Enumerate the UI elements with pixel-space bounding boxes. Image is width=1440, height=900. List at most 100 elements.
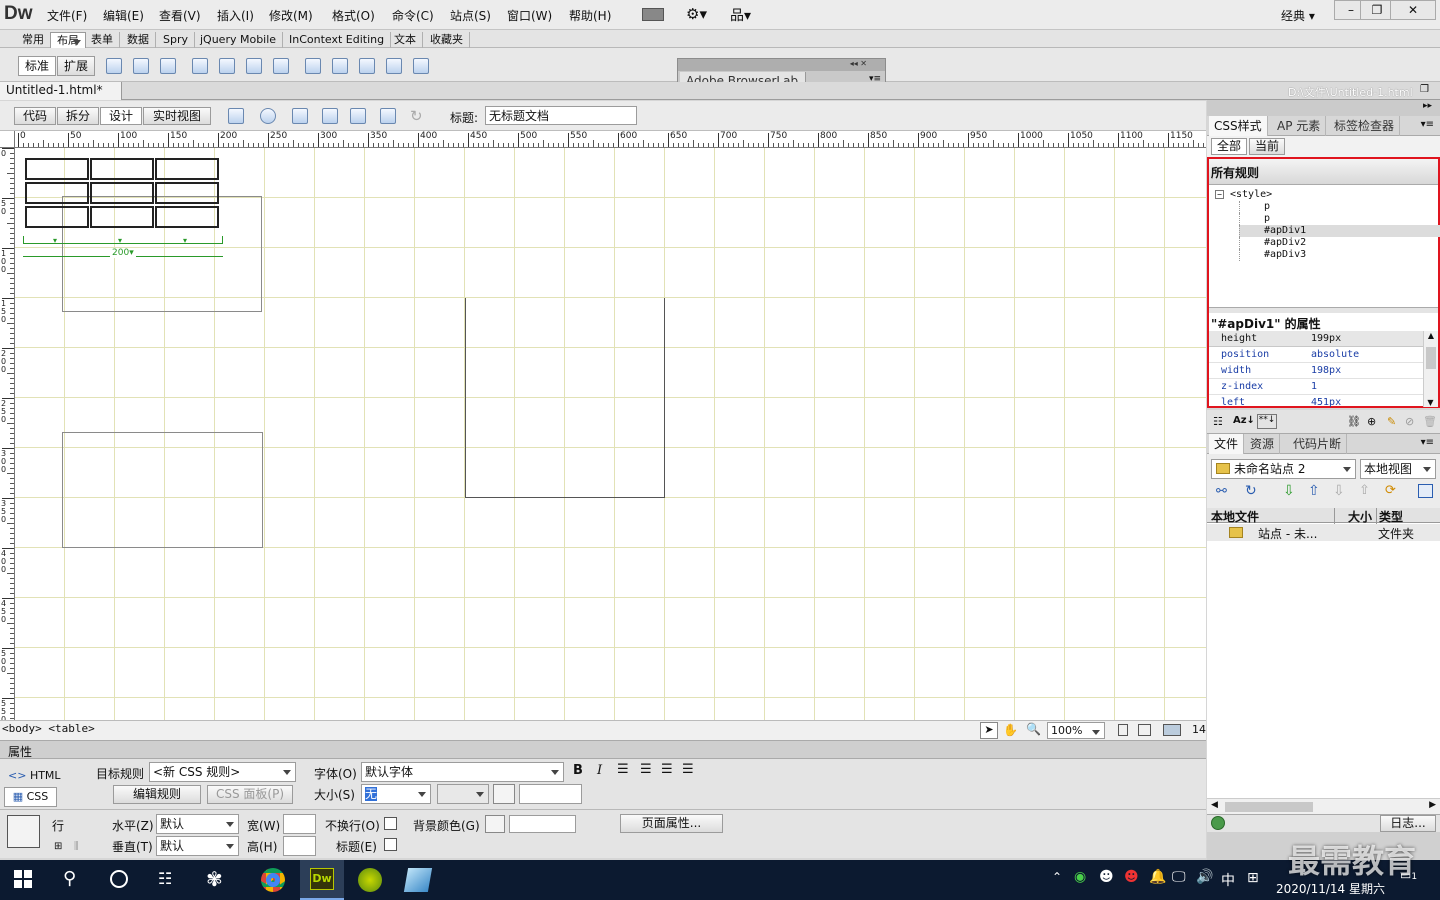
site-select[interactable]: 未命名站点 2 [1211,459,1356,479]
tab-incontext-editing[interactable]: InContext Editing [283,32,392,48]
get-files-icon[interactable]: ⇩ [1283,483,1295,499]
notepad-app-icon[interactable] [403,868,433,892]
desktop-size-icon[interactable] [1163,724,1181,736]
design-canvas[interactable]: ▾ ▾ ▾ 200▾ [15,148,1206,720]
set-props-only-icon[interactable]: **↓ [1257,414,1277,429]
table-width-label[interactable]: 200▾ [110,248,136,258]
draw-ap-div-icon[interactable] [160,58,176,74]
column-menu-icon[interactable]: ▾ [118,236,122,245]
vertical-select[interactable]: 默认 [156,836,239,856]
tree-node-style[interactable]: − <style> [1215,189,1435,201]
document-tab[interactable]: Untitled-1.html* × [0,82,122,114]
tree-node[interactable]: p [1239,201,1435,213]
table-icon[interactable] [106,58,122,74]
col-type[interactable]: 类型 [1379,508,1403,525]
menu-view[interactable]: 查看(V) [159,7,201,24]
refresh-icon[interactable]: ↻ [1245,483,1257,499]
menu-modify[interactable]: 修改(M) [269,7,313,24]
expand-panel-icon[interactable] [1418,484,1433,498]
horizontal-scrollbar[interactable]: ◀ ▶ [1207,798,1440,814]
pinwheel-app-icon[interactable]: ✾ [206,867,223,891]
bgcolor-input[interactable] [509,815,576,833]
iframe-icon[interactable] [413,58,429,74]
notification-bell-icon[interactable]: 🔔 [1149,869,1166,885]
action-center-icon[interactable]: ▭1 [1400,868,1424,892]
scroll-right-icon[interactable]: ▶ [1429,800,1436,810]
merge-cells-icon[interactable]: ⊞ [54,841,62,852]
wechat-icon[interactable]: ◉ [1074,869,1086,885]
connect-icon[interactable]: ⚯ [1216,484,1227,499]
qq-alt-icon[interactable]: ☻ [1124,869,1139,885]
expanded-mode-button[interactable]: 扩展 [57,56,95,76]
size-unit-select[interactable] [437,784,489,804]
qq-icon[interactable]: ☻ [1099,869,1114,885]
property-row[interactable]: height 199px [1209,331,1423,347]
property-row[interactable]: z-index 1 [1209,379,1423,395]
hand-tool-icon[interactable]: ✋ [1003,723,1018,737]
tag-selector[interactable]: <body> <table> [2,722,95,735]
column-menu-icon[interactable]: ▾ [183,236,187,245]
collapse-icon[interactable]: ◂◂ ✕ [678,59,885,71]
collapse-toggle-icon[interactable]: − [1215,190,1224,199]
table-grid-icon[interactable] [305,58,321,74]
split-handle[interactable] [1209,307,1438,313]
table-cell[interactable] [90,158,154,180]
tab-forms[interactable]: 表单 [85,32,120,48]
view-select[interactable]: 本地视图 [1360,459,1436,479]
table-cell[interactable] [90,182,154,204]
gear-icon[interactable]: ⚙▾ [686,5,707,23]
menu-help[interactable]: 帮助(H) [569,7,611,24]
align-left-icon[interactable]: ☰ [617,762,629,777]
edit-rule-icon[interactable]: ✎ [1387,415,1396,428]
css-mode-button[interactable]: ▦ CSS [4,787,57,807]
insert-div-icon[interactable] [133,58,149,74]
font-select[interactable]: 默认字体 [361,762,564,782]
spry-tabbed-panels-icon[interactable] [219,58,235,74]
tab-assets[interactable]: 资源 [1245,434,1281,454]
pointer-tool-icon[interactable]: ➤ [980,722,998,739]
search-icon[interactable]: ⚲ [63,868,76,889]
tab-ap-elements[interactable]: AP 元素 [1272,116,1327,136]
tab-tag-inspector[interactable]: 标签检查器 [1329,116,1401,136]
table-cell[interactable] [90,206,154,228]
taskbar-date[interactable]: 2020/11/14 星期六 [1276,880,1385,897]
refresh-icon[interactable]: ↻ [410,107,423,125]
menu-window[interactable]: 窗口(W) [507,7,552,24]
tab-data[interactable]: 数据 [121,32,156,48]
restore-doc-icon[interactable]: ❐ [1420,84,1429,95]
zoom-select[interactable]: 100% [1047,722,1105,739]
page-properties-button[interactable]: 页面属性... [620,814,723,833]
layout-icon[interactable] [642,8,664,21]
cortana-icon[interactable] [110,870,128,888]
scroll-thumb[interactable] [1225,802,1313,812]
properties-scrollbar[interactable]: ▲ ▼ [1423,331,1438,407]
header-checkbox[interactable] [384,838,397,851]
menu-format[interactable]: 格式(O) [332,7,375,24]
size-select[interactable]: 无 [361,784,431,804]
collapse-panels-icon[interactable]: ▸▸ [1423,101,1432,111]
ap-div-3[interactable] [62,432,263,548]
workspace-switcher[interactable]: 经典 ▾ [1281,7,1315,24]
text-color-input[interactable] [519,784,582,804]
tree-node[interactable]: p [1239,213,1435,225]
table-row[interactable]: 站点 - 未... 文件夹 [1207,524,1440,541]
chrome-icon[interactable] [261,868,285,892]
table-cell[interactable] [25,158,89,180]
tab-snippets[interactable]: 代码片断 [1288,434,1348,454]
table-cell[interactable] [25,182,89,204]
tab-common[interactable]: 常用 [16,32,51,48]
put-files-icon[interactable]: ⇧ [1308,483,1320,499]
tab-text[interactable]: 文本 [388,32,423,48]
property-row[interactable]: width 198px [1209,363,1423,379]
italic-icon[interactable]: I [597,763,602,778]
visual-aids-icon[interactable] [380,108,396,124]
alpha-view-icon[interactable]: Az↓ [1233,415,1255,426]
bold-icon[interactable]: B [573,763,583,778]
tab-css-styles[interactable]: CSS样式 [1209,116,1268,136]
height-input[interactable] [283,836,316,856]
table-cell[interactable] [155,158,219,180]
file-management-icon[interactable] [292,108,308,124]
tree-node[interactable]: #apDiv3 [1239,249,1435,261]
network-icon[interactable]: 🖵 [1172,869,1186,885]
tray-chevron-icon[interactable]: ⌃ [1052,870,1062,884]
